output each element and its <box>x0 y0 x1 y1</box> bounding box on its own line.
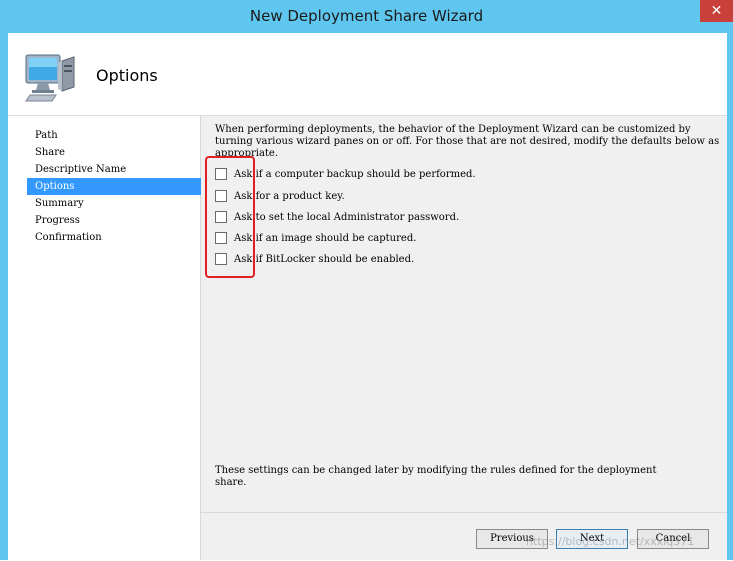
wizard-content: When performing deployments, the behavio… <box>201 116 727 560</box>
watermark: https://blog.csdn.net/xxxlq371 <box>526 535 695 548</box>
nav-item-options[interactable]: Options <box>27 178 202 195</box>
option-label: Ask if BitLocker should be enabled. <box>234 253 415 265</box>
nav-item-progress[interactable]: Progress <box>27 212 202 229</box>
nav-item-summary[interactable]: Summary <box>27 195 202 212</box>
nav-item-descriptive-name[interactable]: Descriptive Name <box>27 161 202 178</box>
nav-item-share[interactable]: Share <box>27 144 202 161</box>
footer-note: These settings can be changed later by m… <box>215 465 657 488</box>
window-frame-right <box>727 33 733 560</box>
intro-text: When performing deployments, the behavio… <box>215 124 720 159</box>
option-label: Ask if an image should be captured. <box>234 232 417 244</box>
nav-item-path[interactable]: Path <box>27 127 202 144</box>
option-label: Ask to set the local Administrator passw… <box>234 211 460 223</box>
nav-item-confirmation[interactable]: Confirmation <box>27 229 202 246</box>
wizard-nav: Path Share Descriptive Name Options Summ… <box>8 116 202 560</box>
window-frame-left <box>0 33 8 560</box>
annotation-highlight-box <box>205 156 255 278</box>
page-title: Options <box>96 66 158 85</box>
computer-icon <box>25 54 75 102</box>
option-label: Ask if a computer backup should be perfo… <box>234 168 476 180</box>
close-button[interactable]: ✕ <box>700 0 733 22</box>
title-bar[interactable]: New Deployment Share Wizard ✕ <box>0 0 733 33</box>
window-title: New Deployment Share Wizard <box>249 7 484 25</box>
wizard-header: Options <box>8 33 727 116</box>
